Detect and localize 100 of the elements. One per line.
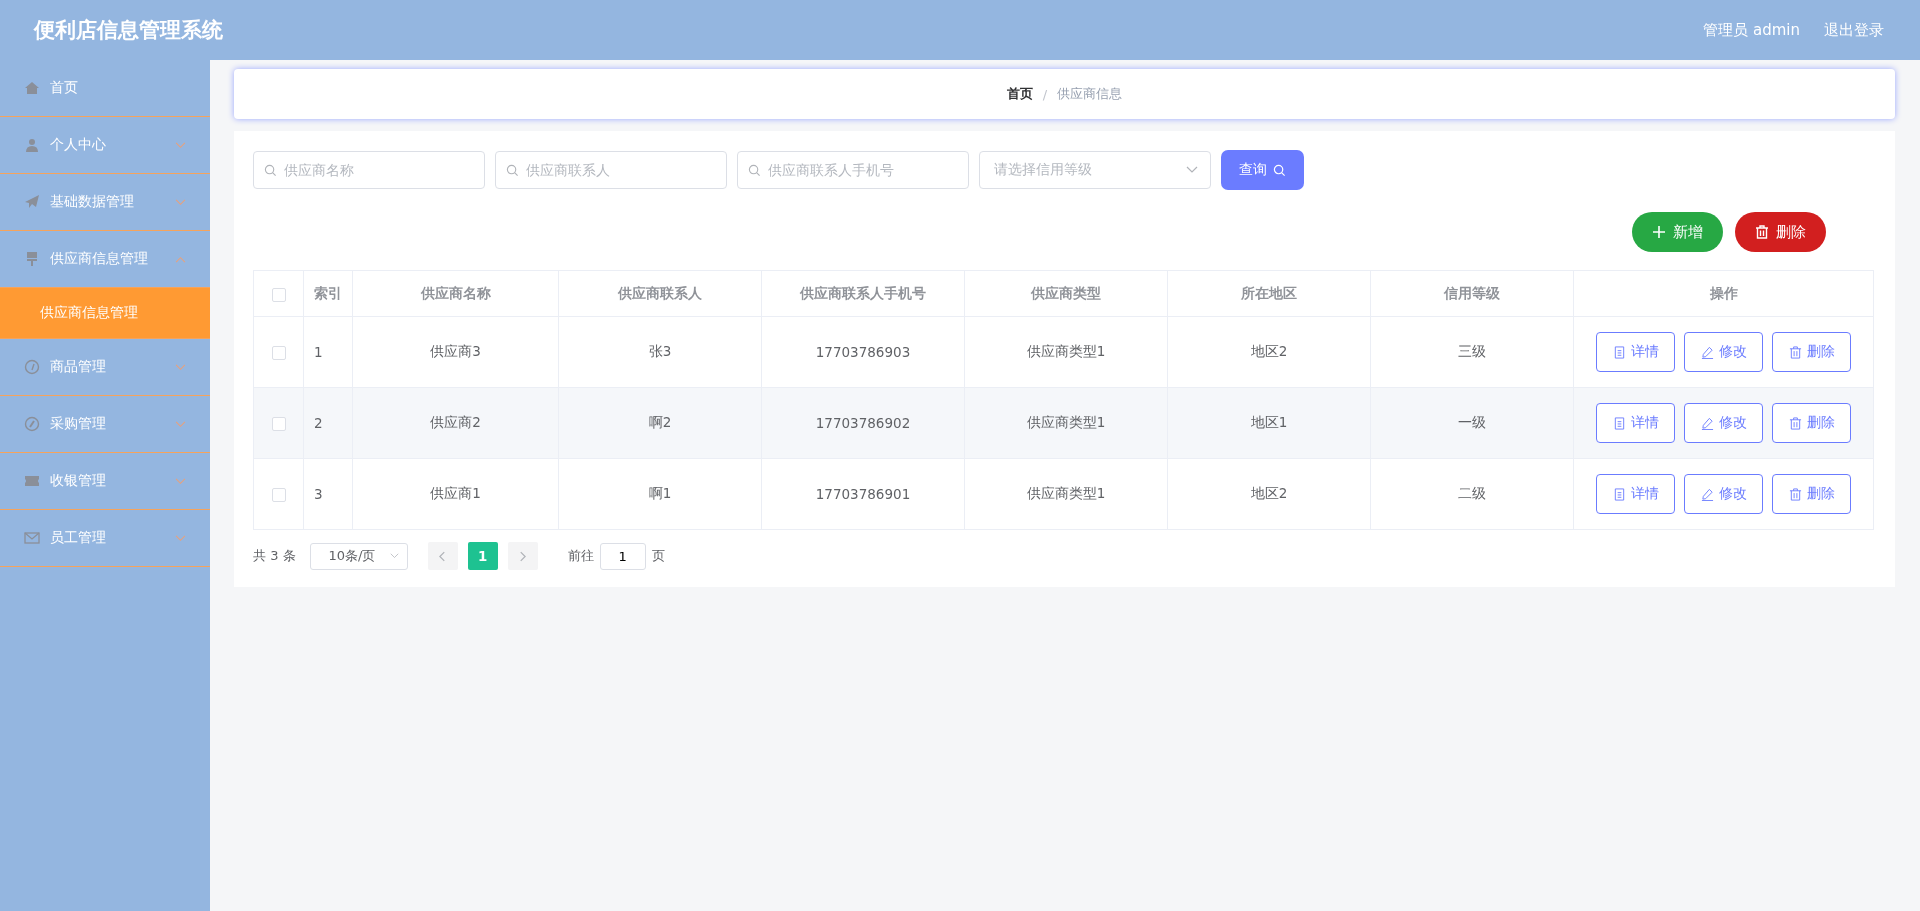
edit-button[interactable]: 修改 <box>1684 474 1763 514</box>
add-button[interactable]: 新增 <box>1632 212 1723 252</box>
sidebar-item[interactable]: 收银管理 <box>0 453 210 510</box>
checkbox[interactable] <box>271 287 286 302</box>
column-header: 信用等级 <box>1444 284 1500 301</box>
search-icon <box>506 164 519 177</box>
sidebar-item[interactable]: 商品管理 <box>0 339 210 396</box>
table-cell: 供应商类型1 <box>1026 414 1106 430</box>
table-cell: 供应商1 <box>430 485 481 501</box>
plus-icon <box>1652 225 1666 239</box>
user-icon <box>24 137 40 153</box>
document-icon <box>1612 345 1626 359</box>
chevron-icon <box>175 363 186 371</box>
table-cell: 二级 <box>1458 485 1486 501</box>
chevron-icon <box>1186 166 1198 174</box>
sidebar-item[interactable]: 首页 <box>0 60 210 117</box>
credit-select[interactable]: 请选择信用等级 <box>979 151 1211 189</box>
delete-button[interactable]: 删除 <box>1772 403 1851 443</box>
document-icon <box>1612 487 1626 501</box>
edit-button[interactable]: 修改 <box>1684 403 1763 443</box>
column-header: 供应商联系人 <box>618 284 702 301</box>
column-header: 供应商类型 <box>1031 284 1101 301</box>
app-title: 便利店信息管理系统 <box>34 17 223 44</box>
table-cell: 地区1 <box>1250 414 1288 430</box>
trash-icon <box>1755 225 1769 239</box>
gauge-icon <box>24 359 40 375</box>
chevron-right-icon <box>519 550 527 562</box>
sidebar-subitem[interactable]: 供应商信息管理 <box>0 288 210 339</box>
plane-icon <box>24 194 40 210</box>
page-button[interactable]: 1 <box>467 542 498 570</box>
table-cell: 供应商3 <box>430 343 481 359</box>
edit-button[interactable]: 修改 <box>1684 332 1763 372</box>
table-cell: 17703786901 <box>815 486 911 502</box>
chevron-icon <box>175 420 186 428</box>
user-label: 管理员 admin <box>1703 20 1800 40</box>
next-page-button[interactable] <box>507 542 538 570</box>
details-button[interactable]: 详情 <box>1596 332 1675 372</box>
home-icon <box>24 80 40 96</box>
sidebar-item[interactable]: 采购管理 <box>0 396 210 453</box>
ticket-icon <box>24 473 40 489</box>
breadcrumb-separator: / <box>1042 86 1048 102</box>
page-input[interactable]: 1 <box>599 542 646 570</box>
previous-page-button[interactable] <box>427 542 458 570</box>
table-cell: 三级 <box>1458 343 1486 359</box>
table-cell: 2 <box>314 415 323 431</box>
table-cell: 供应商类型1 <box>1026 485 1106 501</box>
column-header: 索引 <box>314 284 342 301</box>
chevron-icon <box>175 198 186 206</box>
table-cell: 啊2 <box>648 414 672 430</box>
chevron-icon <box>175 477 186 485</box>
logout-link[interactable]: 退出登录 <box>1824 20 1884 40</box>
sidebar-item[interactable]: 基础数据管理 <box>0 174 210 231</box>
trash-icon <box>1788 416 1802 430</box>
chevron-icon <box>175 255 186 263</box>
table-cell: 17703786902 <box>815 415 911 431</box>
column-header: 所在地区 <box>1241 284 1297 301</box>
column-header: 供应商联系人手机号 <box>800 284 926 301</box>
sidebar-item[interactable]: 员工管理 <box>0 510 210 567</box>
search-field[interactable]: 供应商联系人 <box>495 151 727 189</box>
column-header: 供应商名称 <box>420 284 491 301</box>
chevron-icon <box>175 534 186 542</box>
search-icon <box>264 164 277 177</box>
page-suffix: 页 <box>651 547 665 565</box>
compass-icon <box>24 416 40 432</box>
chevron-icon <box>389 553 399 559</box>
table-cell: 3 <box>314 486 323 502</box>
search-icon <box>1273 163 1286 177</box>
trash-icon <box>1788 345 1802 359</box>
table-cell: 啊1 <box>648 485 672 501</box>
breadcrumb-item[interactable]: 首页 <box>1006 85 1033 103</box>
page-size-select[interactable]: 10条/页 <box>309 542 408 570</box>
delete-button[interactable]: 删除 <box>1772 332 1851 372</box>
search-button[interactable]: 查询 <box>1221 150 1304 190</box>
table-cell: 17703786903 <box>815 344 911 360</box>
checkbox[interactable] <box>271 417 286 431</box>
chevron-left-icon <box>439 550 447 562</box>
checkbox[interactable] <box>271 488 286 502</box>
mail-icon <box>24 530 40 546</box>
trash-icon <box>1788 487 1802 501</box>
search-field[interactable]: 供应商名称 <box>253 151 485 189</box>
pencil-icon <box>1700 416 1714 430</box>
delete-button[interactable]: 删除 <box>1735 212 1826 252</box>
total-count: 共 3 条 <box>253 547 296 565</box>
document-icon <box>1612 416 1626 430</box>
pencil-icon <box>1700 345 1714 359</box>
table-cell: 供应商2 <box>430 414 481 430</box>
search-field[interactable]: 供应商联系人手机号 <box>737 151 969 189</box>
checkbox[interactable] <box>271 346 286 360</box>
column-header: 操作 <box>1709 284 1738 301</box>
table-cell: 一级 <box>1458 414 1486 430</box>
breadcrumb-item: 供应商信息 <box>1057 85 1123 103</box>
chevron-icon <box>175 141 186 149</box>
details-button[interactable]: 详情 <box>1596 474 1675 514</box>
details-button[interactable]: 详情 <box>1596 403 1675 443</box>
pencil-icon <box>1700 487 1714 501</box>
table-cell: 供应商类型1 <box>1026 343 1106 359</box>
table-cell: 地区2 <box>1250 343 1288 359</box>
goto-label: 前往 <box>567 547 594 565</box>
sidebar-item[interactable]: 个人中心 <box>0 117 210 174</box>
delete-button[interactable]: 删除 <box>1772 474 1851 514</box>
